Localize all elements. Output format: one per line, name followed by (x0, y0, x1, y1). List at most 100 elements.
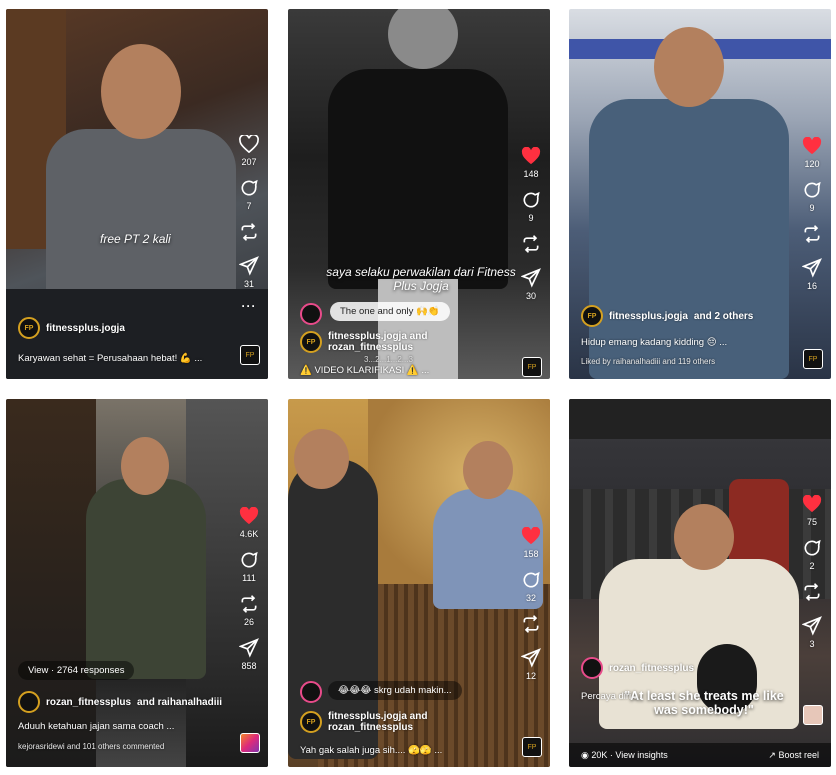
reel-description: Karyawan sehat = Perusahaan hebat! 💪 ... (18, 353, 203, 364)
boost-reel-button[interactable]: ↗ Boost reel (768, 750, 819, 761)
commenter-avatar[interactable] (300, 303, 322, 325)
account-avatar[interactable] (581, 657, 603, 679)
like-count: 120 (804, 159, 820, 169)
account-avatar[interactable]: FP (581, 305, 603, 327)
share-icon[interactable] (238, 637, 260, 659)
heart-icon[interactable] (801, 493, 823, 515)
reel-tile-3[interactable]: 120 9 16 FP fitnessplus.jogja and 2 othe… (569, 9, 831, 379)
action-column: 158 32 12 (520, 525, 542, 691)
share-count: 16 (806, 281, 817, 291)
badge-text: 3...2...1...2...3 (364, 355, 413, 364)
like-count: 4.6K (239, 529, 259, 539)
reel-tile-2[interactable]: saya selaku perwakilan dari Fitness Plus… (288, 9, 550, 379)
action-column: 207 7 31 ··· (238, 133, 260, 313)
comment-count: 2 (809, 561, 815, 571)
account-row[interactable]: rozan_fitnessplus (581, 657, 694, 679)
repost-icon[interactable] (238, 593, 260, 615)
share-count: 3 (809, 639, 815, 649)
view-insights-link[interactable]: ◉ 20K · View insights (581, 750, 668, 761)
comment-icon[interactable] (801, 537, 823, 559)
action-column: 148 9 30 (520, 145, 542, 311)
comment-pill[interactable]: The one and only 🙌👏 (330, 302, 450, 321)
account-name[interactable]: fitnessplus.jogja (46, 323, 125, 334)
comment-count: 7 (246, 201, 252, 211)
account-avatar[interactable] (18, 691, 40, 713)
heart-icon[interactable] (801, 135, 823, 157)
share-icon[interactable] (520, 267, 542, 289)
account-name[interactable]: rozan_fitnessplus (609, 663, 694, 674)
comment-pill[interactable]: 😂😂😂 skrg udah makin... (328, 681, 462, 700)
brand-logo-icon: FP (522, 737, 542, 757)
share-icon[interactable] (238, 255, 260, 277)
account-row[interactable]: FP fitnessplus.jogja and 2 others (581, 305, 753, 327)
repost-icon[interactable] (238, 221, 260, 243)
repost-icon[interactable] (520, 233, 542, 255)
share-icon[interactable] (520, 647, 542, 669)
account-name[interactable]: rozan_fitnessplus (46, 697, 131, 708)
reel-tile-4[interactable]: 4.6K 111 26 858 View · 2764 responses ro… (6, 399, 268, 767)
person-head (121, 437, 169, 495)
heart-icon[interactable] (238, 133, 260, 155)
repost-icon[interactable] (520, 613, 542, 635)
repost-icon[interactable] (801, 223, 823, 245)
account-suffix[interactable]: and 2 others (694, 311, 753, 322)
account-suffix[interactable]: and raihanalhadiii (137, 697, 222, 708)
account-row[interactable]: FP fitnessplus.jogja and rozan_fitnesspl… (300, 331, 427, 353)
account-name-line2[interactable]: rozan_fitnessplus (328, 342, 427, 353)
gym-ceiling (569, 399, 831, 439)
account-avatar[interactable]: FP (300, 331, 322, 353)
repost-icon[interactable] (801, 581, 823, 603)
account-row[interactable]: FP fitnessplus.jogja and rozan_fitnesspl… (300, 711, 427, 733)
share-icon[interactable] (801, 257, 823, 279)
comment-icon[interactable] (238, 549, 260, 571)
like-count: 148 (523, 169, 539, 179)
share-count: 858 (241, 661, 257, 671)
action-column: 75 2 3 (801, 493, 823, 659)
reel-tile-1[interactable]: free PT 2 kali 207 7 31 ··· FP fitnesspl… (6, 9, 268, 379)
heart-icon[interactable] (520, 145, 542, 167)
comment-icon[interactable] (520, 569, 542, 591)
person (328, 69, 508, 289)
heart-icon[interactable] (520, 525, 542, 547)
account-name-line1[interactable]: fitnessplus.jogja and (328, 711, 427, 722)
sticker-icon (803, 705, 823, 725)
comment-icon[interactable] (238, 177, 260, 199)
share-count: 31 (243, 279, 254, 289)
account-name-line2[interactable]: rozan_fitnessplus (328, 722, 427, 733)
comment-icon[interactable] (801, 179, 823, 201)
comment-count: 9 (809, 203, 815, 213)
comment-icon[interactable] (520, 189, 542, 211)
account-row[interactable]: FP fitnessplus.jogja (18, 317, 125, 339)
person-left-head (294, 429, 349, 489)
overlay-caption: free PT 2 kali (100, 232, 171, 246)
comment-count: 9 (528, 213, 534, 223)
sticker-icon (240, 733, 260, 753)
commented-by-text[interactable]: kejorasridewi and 101 others commented (18, 742, 164, 751)
overlay-caption: saya selaku perwakilan dari Fitness Plus… (326, 265, 516, 293)
comment-pill-text: The one and only 🙌👏 (340, 306, 440, 317)
like-count: 75 (806, 517, 817, 527)
account-name[interactable]: fitnessplus.jogja (609, 311, 688, 322)
account-row[interactable]: rozan_fitnessplus and raihanalhadiii (18, 691, 222, 713)
view-responses-pill[interactable]: View · 2764 responses (18, 661, 135, 680)
reel-tile-6[interactable]: "At least she treats me like was somebod… (569, 399, 831, 767)
more-icon[interactable]: ··· (242, 299, 257, 313)
person (86, 479, 206, 679)
heart-icon[interactable] (238, 505, 260, 527)
person-right-head (463, 441, 513, 499)
account-name-line1[interactable]: fitnessplus.jogja and (328, 331, 427, 342)
insights-bar: ◉ 20K · View insights ↗ Boost reel (569, 743, 831, 767)
overlay-caption: "At least she treats me like was somebod… (624, 689, 784, 717)
reel-description: Yah gak salah juga sih.... 🫣🫣 ... (300, 745, 443, 756)
account-avatar[interactable]: FP (18, 317, 40, 339)
account-avatar[interactable]: FP (300, 711, 322, 733)
liked-by-text[interactable]: Liked by raihanalhadiii and 119 others (581, 357, 715, 366)
view-responses-text: View · 2764 responses (28, 665, 125, 676)
commenter-avatar[interactable] (300, 681, 322, 703)
view-insights-text: 20K · View insights (591, 749, 668, 760)
share-count: 30 (525, 291, 536, 301)
person-head (388, 9, 458, 69)
reel-tile-5[interactable]: 158 32 12 😂😂😂 skrg udah makin... FP fitn… (288, 399, 550, 767)
brand-logo-icon: FP (522, 357, 542, 377)
share-icon[interactable] (801, 615, 823, 637)
